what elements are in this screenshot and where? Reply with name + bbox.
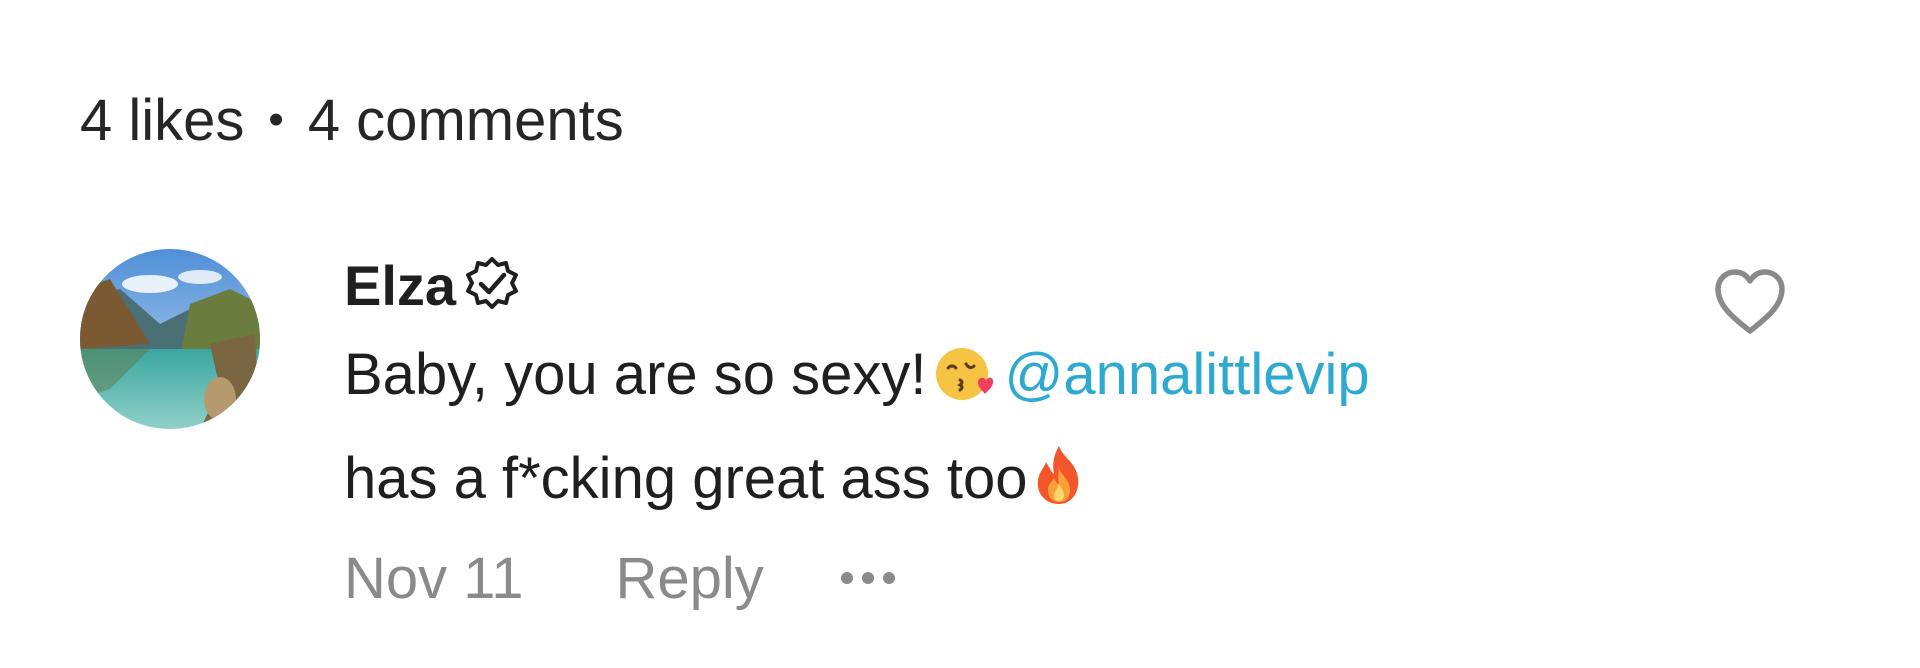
comment-date: Nov 11 <box>344 545 524 611</box>
comment-item: Elza Baby, you are so sexy! @annalittlev… <box>80 245 1860 645</box>
likes-count[interactable]: 4 likes <box>80 87 244 154</box>
author-row: Elza <box>344 245 1724 325</box>
comment-text-line1: Baby, you are so sexy! @annalittlevip <box>344 323 1724 427</box>
heart-outline-icon[interactable] <box>1712 265 1788 341</box>
kissing-face-heart-emoji-icon <box>936 348 994 400</box>
avatar[interactable] <box>80 249 260 429</box>
comment-text-prefix: Baby, you are so sexy! <box>344 342 927 407</box>
comment-author[interactable]: Elza <box>344 253 456 318</box>
comments-count[interactable]: 4 comments <box>308 87 624 154</box>
verified-badge-icon <box>466 257 519 309</box>
comment-meta: Nov 11 Reply <box>344 533 1724 623</box>
comment-text-line2-label: has a f*cking great ass too <box>344 446 1028 511</box>
fire-emoji-icon <box>1037 446 1078 504</box>
reply-button[interactable]: Reply <box>615 545 763 612</box>
post-stats: 4 likes • 4 comments <box>80 80 624 160</box>
stats-separator: • <box>268 95 284 144</box>
ellipsis-icon[interactable] <box>840 558 896 598</box>
mention-link[interactable]: @annalittlevip <box>1004 342 1369 407</box>
comment-text: Baby, you are so sexy! @annalittlevip ha… <box>344 323 1724 531</box>
comment-body: Elza Baby, you are so sexy! @annalittlev… <box>344 245 1724 623</box>
comment-text-line2: has a f*cking great ass too <box>344 427 1724 531</box>
